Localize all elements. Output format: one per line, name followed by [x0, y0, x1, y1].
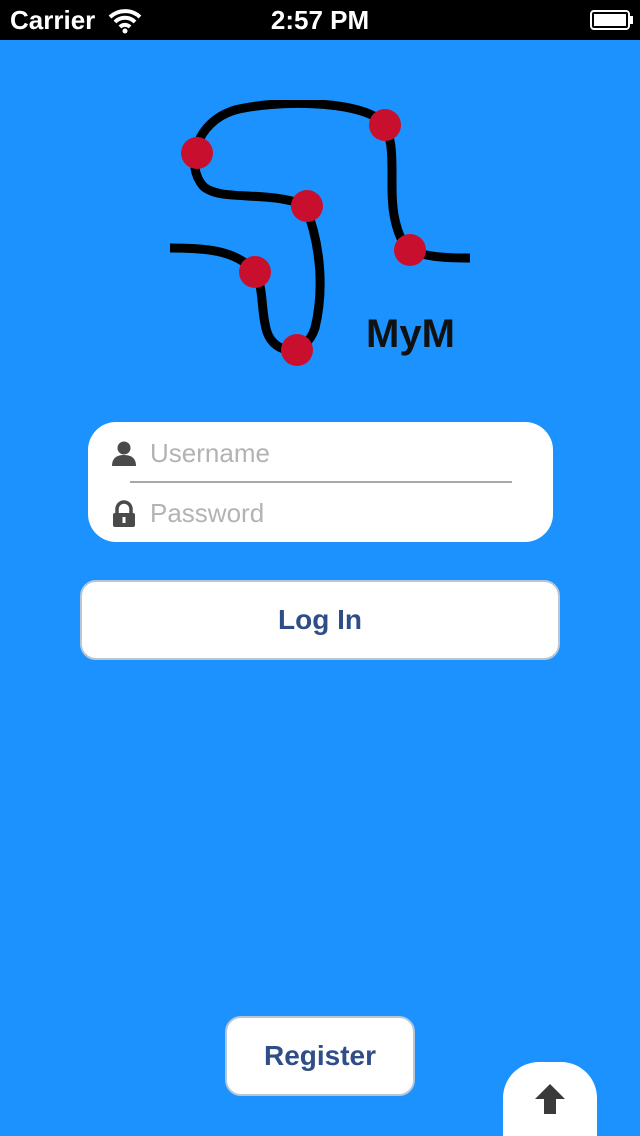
password-input[interactable]	[150, 492, 530, 534]
up-arrow-icon	[535, 1084, 565, 1114]
brand-name: MyM	[366, 312, 455, 356]
username-row	[88, 422, 553, 482]
register-button[interactable]: Register	[225, 1016, 415, 1096]
login-card	[88, 422, 553, 542]
battery-icon	[590, 10, 633, 30]
main-content: MyM Log In Register	[0, 40, 640, 1136]
lock-icon	[113, 500, 135, 527]
login-screen: Carrier 2:57 PM MyM Username Log In Regi…	[0, 0, 640, 1136]
clock: 2:57 PM	[270, 5, 370, 35]
login-button[interactable]: Log In	[80, 580, 560, 660]
user-icon	[112, 441, 136, 466]
status-bar: Carrier 2:57 PM	[0, 0, 640, 40]
password-row	[88, 482, 553, 542]
username-input[interactable]	[150, 432, 530, 474]
scroll-up-tab[interactable]	[503, 1062, 597, 1136]
